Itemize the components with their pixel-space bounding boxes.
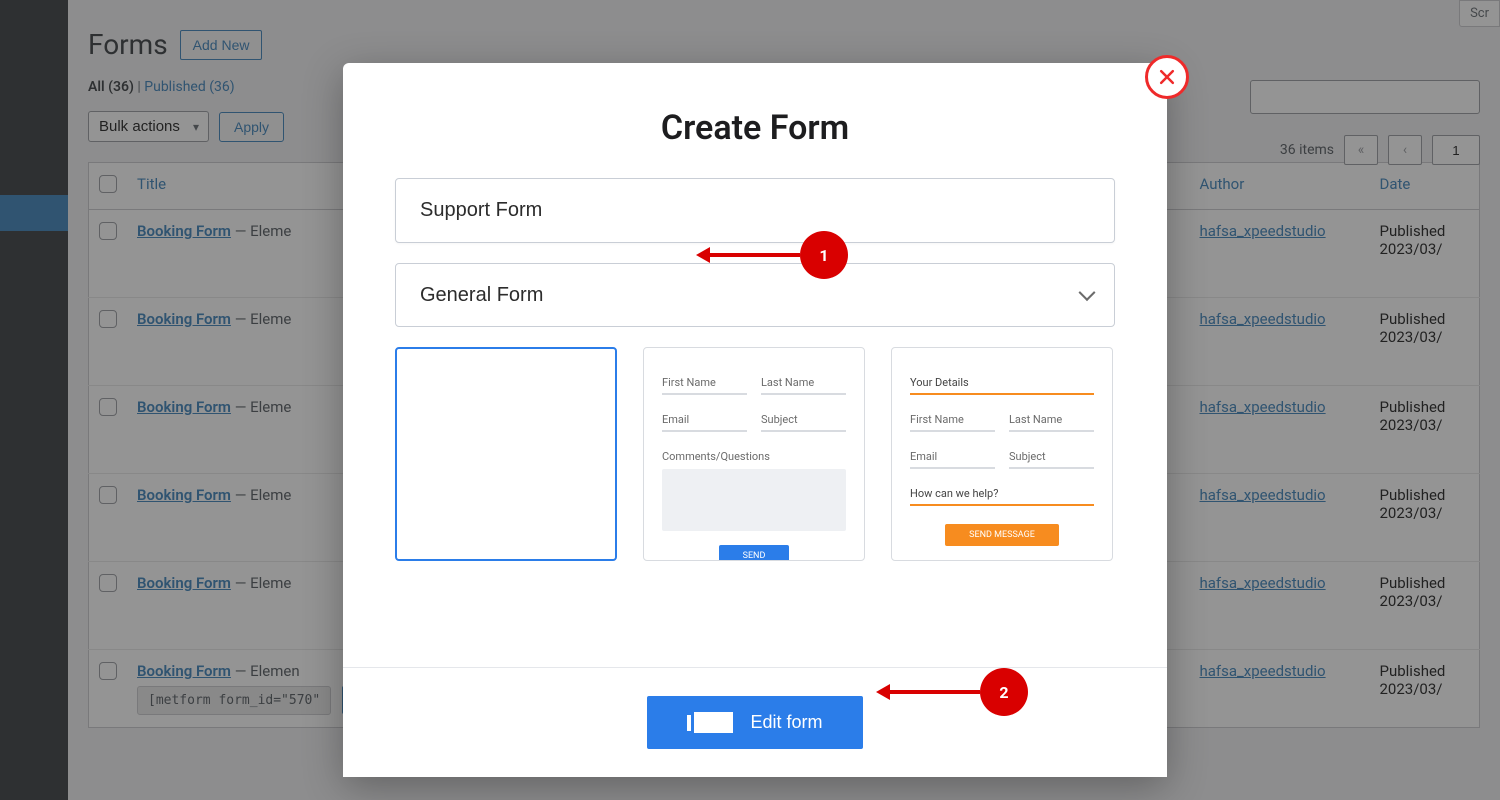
tpl-send-button: SEND MESSAGE <box>945 524 1059 546</box>
tpl-label: How can we help? <box>910 487 1094 500</box>
form-type-select[interactable]: General Form <box>395 263 1115 327</box>
template-gallery: First Name Last Name Email Subject Comme… <box>395 347 1115 561</box>
template-contact-1[interactable]: First Name Last Name Email Subject Comme… <box>643 347 865 561</box>
annotation-arrow-1 <box>708 253 800 257</box>
annotation-badge-2: 2 <box>980 668 1028 716</box>
tpl-label: Email <box>662 413 747 426</box>
elementor-icon <box>687 712 736 733</box>
annotation-arrow-2 <box>888 690 980 694</box>
template-blank[interactable] <box>395 347 617 561</box>
tpl-label: Comments/Questions <box>662 450 846 463</box>
modal-footer: Edit form <box>343 667 1167 777</box>
tpl-label: First Name <box>662 376 747 389</box>
edit-form-button[interactable]: Edit form <box>647 696 862 749</box>
form-name-input[interactable] <box>395 178 1115 243</box>
tpl-heading: Your Details <box>910 376 1094 389</box>
template-contact-2[interactable]: Your Details First Name Last Name Email … <box>891 347 1113 561</box>
tpl-label: Subject <box>761 413 846 426</box>
modal-title: Create Form <box>343 63 1167 178</box>
tpl-label: Last Name <box>1009 413 1094 426</box>
tpl-label: Last Name <box>761 376 846 389</box>
modal-close-button[interactable] <box>1145 55 1189 99</box>
tpl-label: Email <box>910 450 995 463</box>
close-icon <box>1157 67 1177 87</box>
annotation-badge-1: 1 <box>800 231 848 279</box>
create-form-modal: Create Form General Form First Name Last… <box>343 63 1167 777</box>
tpl-send-button: SEND <box>719 545 790 561</box>
tpl-label: Subject <box>1009 450 1094 463</box>
tpl-label: First Name <box>910 413 995 426</box>
